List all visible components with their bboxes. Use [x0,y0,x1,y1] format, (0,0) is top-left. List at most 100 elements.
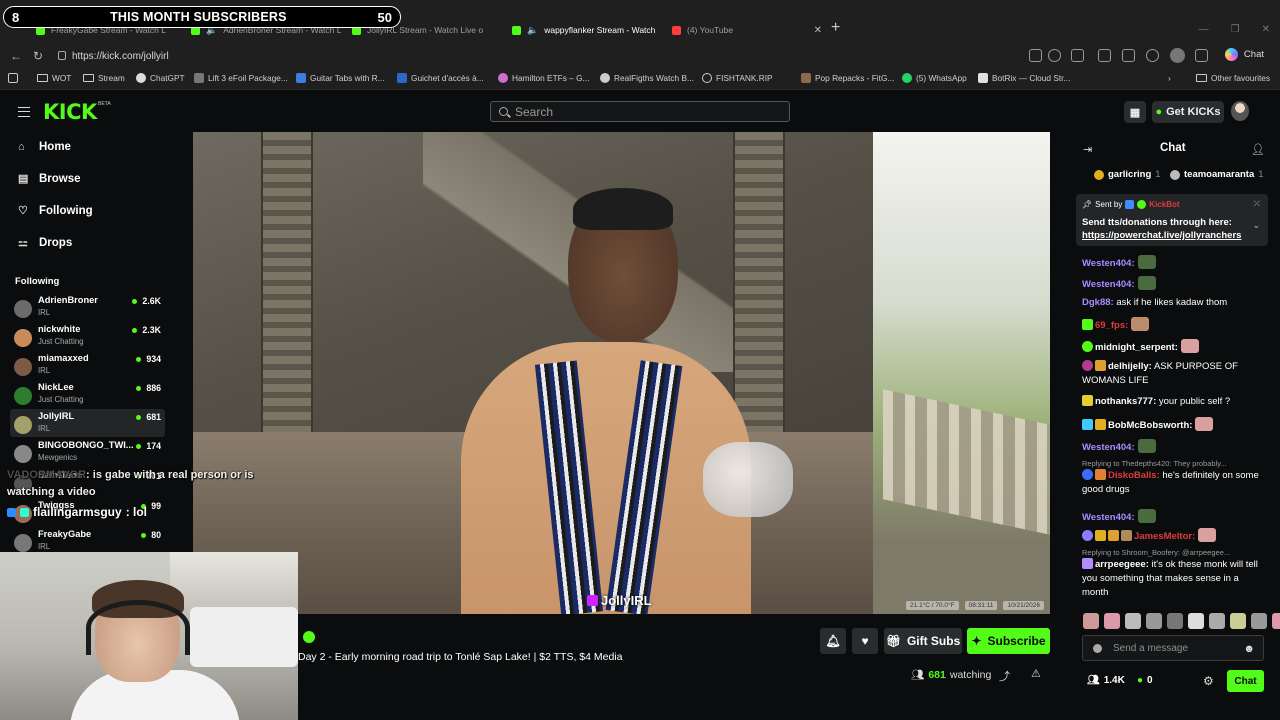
gift-subs-button[interactable]: 🎁︎ Gift Subs [884,628,962,654]
url-input[interactable]: https://kick.com/jollyirl [52,47,1052,66]
followed-channel[interactable]: nickwhite Just Chatting 2.3K [10,322,165,350]
video-player[interactable]: JollyIRL 21.1°C / 70.0°F 08:31:11 10/21/… [193,132,1050,614]
emote [1137,255,1156,269]
pinned-link[interactable]: https://powerchat.live/jollyranchers [1082,230,1250,241]
browser-tab-active[interactable]: 🔈 wappyflanker Stream - Watch ✕ [512,20,662,40]
close-window-icon[interactable]: ✕ [1262,24,1270,35]
chevron-down-icon[interactable]: ⌄ [1252,220,1260,231]
emote [1195,417,1214,431]
bookmark-item[interactable]: Guitar Tabs with R... [296,73,385,83]
split-screen-icon[interactable] [1098,49,1111,62]
subscribe-button[interactable]: ✦ Subscribe [967,628,1050,654]
avatar [14,445,32,463]
new-tab-button[interactable]: + [831,19,840,37]
minimize-icon[interactable]: — [1199,24,1209,35]
chat-users-icon[interactable]: 👤︎ [1251,143,1265,156]
sidebar-item-following[interactable]: ♡ Following [18,205,93,217]
followed-channel[interactable]: miamaxxed IRL 934 [10,351,165,379]
search-input[interactable]: Search [490,101,790,122]
chevron-right-icon[interactable]: › [1168,73,1171,83]
menu-icon[interactable] [18,107,30,117]
lock-icon [58,51,66,60]
kick-logo[interactable]: KICK [43,100,97,124]
emote-button[interactable] [1083,613,1099,629]
bookmark-item[interactable]: Pop Repacks - FitG... [801,73,894,83]
unpin-icon[interactable]: ⤫ [1254,199,1260,209]
bookmark-item[interactable]: ChatGPT [136,73,185,83]
other-favourites[interactable]: Other favourites [1196,73,1270,83]
sidebar-item-drops[interactable]: ⚍ Drops [18,237,72,249]
emote-button[interactable] [1188,613,1204,629]
notification-bell-button[interactable]: 🔔︎ [820,628,846,654]
window-controls: — ❐ ✕ [1199,24,1270,35]
emote-button[interactable] [1230,613,1246,629]
get-kicks-button[interactable]: ● Get KICKs [1152,101,1224,123]
badge-icon [7,507,16,517]
kicks-balance[interactable]: ● 0 [1137,675,1153,686]
followed-channel[interactable]: BINGOBONGO_TWI... Mewgenics 174 [10,438,165,466]
avatar [14,387,32,405]
chat-title: Chat [1160,142,1186,154]
emote-button[interactable] [1209,613,1225,629]
report-icon[interactable]: ⚠ [1031,667,1041,680]
bookmark-item[interactable]: WOT [37,73,71,83]
folder-icon [37,74,48,82]
chat-message: BobMcBobsworth: [1082,417,1266,433]
bookmark-item[interactable]: BotRix — Cloud Str... [978,73,1070,83]
pinned-sender: 📌︎ Sent by KickBot [1082,200,1180,209]
reload-icon[interactable]: ↻ [33,49,43,63]
close-tab-icon[interactable]: ✕ [814,25,822,36]
followed-channel[interactable]: AdrienBroner IRL 2.6K [10,293,165,321]
emote-button[interactable] [1167,613,1183,629]
top-gifter[interactable]: garlicring 1 [1094,169,1161,180]
emote-button[interactable] [1125,613,1141,629]
emote-button[interactable] [1272,613,1280,629]
reader-icon[interactable] [1029,49,1042,62]
followed-channel[interactable]: FreakyGabe IRL 80 [10,527,165,555]
chat-message: Westen404: [1082,509,1266,525]
collapse-chat-icon[interactable]: ⇥ [1083,143,1092,156]
profile-avatar[interactable] [1170,48,1185,63]
bookmark-item[interactable]: Stream [83,73,125,83]
chat-settings-icon[interactable]: ⚙ [1203,674,1214,688]
share-icon[interactable]: ⤴ [999,668,1010,684]
browser-tab[interactable]: (4) YouTube ✕ [672,20,822,40]
reply-context[interactable]: Replying to Thedepths420: They probably.… [1082,458,1266,469]
emote-button[interactable] [1251,613,1267,629]
avatar [14,300,32,318]
emoji-icon[interactable]: ☻ [1243,643,1255,655]
emote-button[interactable] [1146,613,1162,629]
followed-channel-active[interactable]: JollyIRL IRL 681 [10,409,165,437]
maximize-icon[interactable]: ❐ [1231,24,1240,35]
bookmark-item[interactable]: RealFigths Watch B... [600,73,694,83]
sidebar-item-browse[interactable]: ▤ Browse [18,173,81,185]
history-icon[interactable] [1146,49,1159,62]
user-avatar[interactable] [1231,101,1249,121]
live-dot-icon [132,327,138,333]
extension-icon[interactable] [1071,49,1084,62]
more-icon[interactable] [1195,49,1208,62]
followed-channel[interactable]: NickLee Just Chatting 886 [10,380,165,408]
reply-context[interactable]: Replying to Shroom_Boofery: @arrpeegee..… [1082,547,1266,558]
star-icon[interactable] [1048,49,1061,62]
back-icon[interactable]: ← [10,49,22,63]
sidebar-item-home[interactable]: ⌂ Home [18,141,71,153]
emote-button[interactable] [1104,613,1120,629]
bookmark-item[interactable]: Guichet d'accès à... [397,73,484,83]
chat-message-input[interactable]: Send a message ☻ [1082,635,1264,661]
site-icon [498,73,508,83]
bookmark-item[interactable]: FISHTANK.RIP [702,73,773,83]
bookmark-item[interactable]: Lift 3 eFoil Package... [194,73,288,83]
verified-badge-icon [1137,200,1147,209]
bookmarks-menu-icon[interactable] [8,73,18,83]
bookmark-item[interactable]: Hamilton ETFs – G... [498,73,589,83]
avatar [14,329,32,347]
layout-icon[interactable]: ▦ [1124,101,1146,123]
chat-send-button[interactable]: Chat [1227,670,1264,692]
follow-button[interactable]: ♥ [852,628,878,654]
favorites-icon[interactable] [1122,49,1135,62]
top-gifter[interactable]: teamoamaranta 1 [1170,169,1264,180]
copilot-chat-button[interactable]: Chat [1224,48,1264,61]
bookmark-item[interactable]: (5) WhatsApp [902,73,967,83]
live-dot-icon [132,298,138,304]
